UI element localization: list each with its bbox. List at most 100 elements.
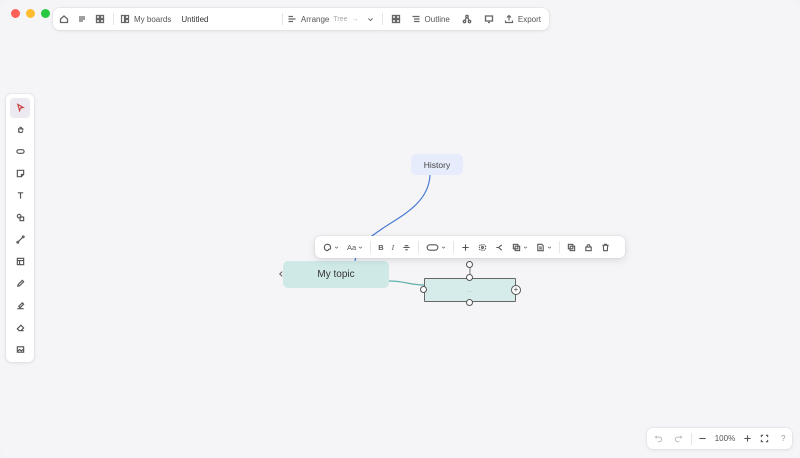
- select-tool[interactable]: [10, 98, 30, 118]
- add-child-button[interactable]: +: [511, 285, 521, 295]
- monitor-icon: [484, 15, 494, 24]
- dotted-box-icon: [478, 243, 487, 251]
- text-icon: [17, 192, 23, 200]
- node-my-topic-label: My topic: [317, 269, 355, 280]
- note-button[interactable]: [532, 238, 556, 256]
- plus-icon: [462, 243, 469, 251]
- window-controls: [11, 9, 50, 18]
- hand-tool[interactable]: [10, 120, 30, 140]
- text-tool[interactable]: [10, 186, 30, 206]
- my-boards-button[interactable]: My boards: [120, 14, 171, 24]
- outline-icon: [412, 15, 420, 23]
- delete-button[interactable]: [597, 238, 614, 256]
- node-my-topic[interactable]: My topic: [283, 261, 389, 288]
- templates-button[interactable]: [91, 10, 109, 28]
- zoom-out-button[interactable]: [695, 430, 711, 448]
- chevron-down-icon: [547, 246, 552, 249]
- lock-button[interactable]: [580, 238, 597, 256]
- plus-icon: [744, 435, 751, 442]
- arrange-dropdown[interactable]: Arrange Tree →: [287, 14, 374, 24]
- trash-icon: [602, 243, 609, 251]
- divider: [370, 241, 372, 253]
- fullscreen-icon: [761, 434, 769, 443]
- image-tool[interactable]: [10, 340, 30, 360]
- minus-icon: [699, 437, 706, 440]
- divider: [281, 13, 283, 25]
- duplicate-button[interactable]: [563, 238, 580, 256]
- palette-icon: [323, 243, 332, 251]
- chevron-down-icon: [358, 246, 363, 249]
- font-label: Aa: [347, 242, 357, 252]
- branch-icon: [496, 243, 503, 251]
- arrange-style-button[interactable]: [508, 238, 532, 256]
- divider: [381, 13, 383, 25]
- zoom-level[interactable]: 100%: [710, 430, 739, 448]
- chevron-down-icon: [523, 246, 528, 249]
- layers-icon: [512, 243, 521, 251]
- fit-screen-button[interactable]: [755, 430, 774, 448]
- sticky-note-tool[interactable]: [10, 164, 30, 184]
- redo-button[interactable]: [668, 430, 687, 448]
- edge-topic-new: [388, 280, 425, 286]
- add-button[interactable]: [457, 238, 474, 256]
- strikethrough-button[interactable]: [398, 238, 415, 256]
- outline-button[interactable]: Outline: [411, 14, 450, 24]
- close-window-button[interactable]: [11, 9, 20, 18]
- present-button[interactable]: [480, 10, 498, 28]
- help-button[interactable]: ?: [775, 430, 792, 448]
- left-resize-handle[interactable]: [420, 286, 427, 293]
- grid-icon: [95, 14, 105, 24]
- color-picker-button[interactable]: [319, 238, 343, 256]
- pen-tool[interactable]: [10, 274, 30, 294]
- eraser-tool[interactable]: [10, 318, 30, 338]
- chevron-down-icon: [367, 17, 373, 21]
- pointer-icon: [16, 103, 25, 113]
- topic-tool[interactable]: [10, 142, 30, 162]
- minimize-window-button[interactable]: [26, 9, 35, 18]
- top-resize-handle[interactable]: [466, 274, 473, 281]
- menu-icon: [79, 16, 85, 22]
- branch-button[interactable]: [491, 238, 508, 256]
- help-label: ?: [781, 434, 786, 443]
- divider: [559, 241, 561, 253]
- menu-button[interactable]: [73, 10, 91, 28]
- node-new-placeholder: ...: [467, 286, 473, 294]
- copy-icon: [567, 243, 576, 251]
- node-history[interactable]: History: [411, 154, 463, 175]
- grid-icon: [391, 14, 400, 24]
- divider: [690, 432, 692, 445]
- layout-button[interactable]: [387, 10, 405, 28]
- connector-icon: [15, 235, 25, 245]
- italic-button[interactable]: I: [388, 238, 399, 256]
- maximize-window-button[interactable]: [41, 9, 50, 18]
- group-button[interactable]: [474, 238, 491, 256]
- share-button[interactable]: [458, 10, 476, 28]
- zoom-level-label: 100%: [714, 434, 736, 443]
- lock-icon: [585, 243, 592, 251]
- undo-button[interactable]: [649, 430, 668, 448]
- redo-icon: [674, 435, 683, 443]
- divider: [453, 241, 455, 253]
- home-button[interactable]: [55, 10, 73, 28]
- bold-button[interactable]: B: [374, 238, 387, 256]
- connector-tool[interactable]: [10, 230, 30, 250]
- document-title[interactable]: Untitled: [181, 15, 208, 24]
- zoom-in-button[interactable]: [740, 430, 756, 448]
- app-window: My boards Untitled Arrange Tree → Outlin…: [0, 0, 800, 458]
- shapes-icon: [16, 214, 24, 222]
- rotate-handle[interactable]: [466, 261, 473, 268]
- upload-icon: [504, 14, 513, 24]
- boards-icon: [120, 14, 130, 24]
- share-nodes-icon: [462, 14, 472, 24]
- chevron-down-icon: [334, 246, 339, 249]
- shape-style-button[interactable]: [422, 238, 450, 256]
- shape-icon: [426, 243, 439, 251]
- highlighter-tool[interactable]: [10, 296, 30, 316]
- bottom-resize-handle[interactable]: [466, 299, 473, 306]
- shapes-tool[interactable]: [10, 208, 30, 228]
- export-button[interactable]: Export: [504, 14, 541, 24]
- frame-tool[interactable]: [10, 252, 30, 272]
- italic-label: I: [391, 242, 395, 252]
- font-size-button[interactable]: Aa: [343, 238, 367, 256]
- strikethrough-icon: [403, 244, 410, 250]
